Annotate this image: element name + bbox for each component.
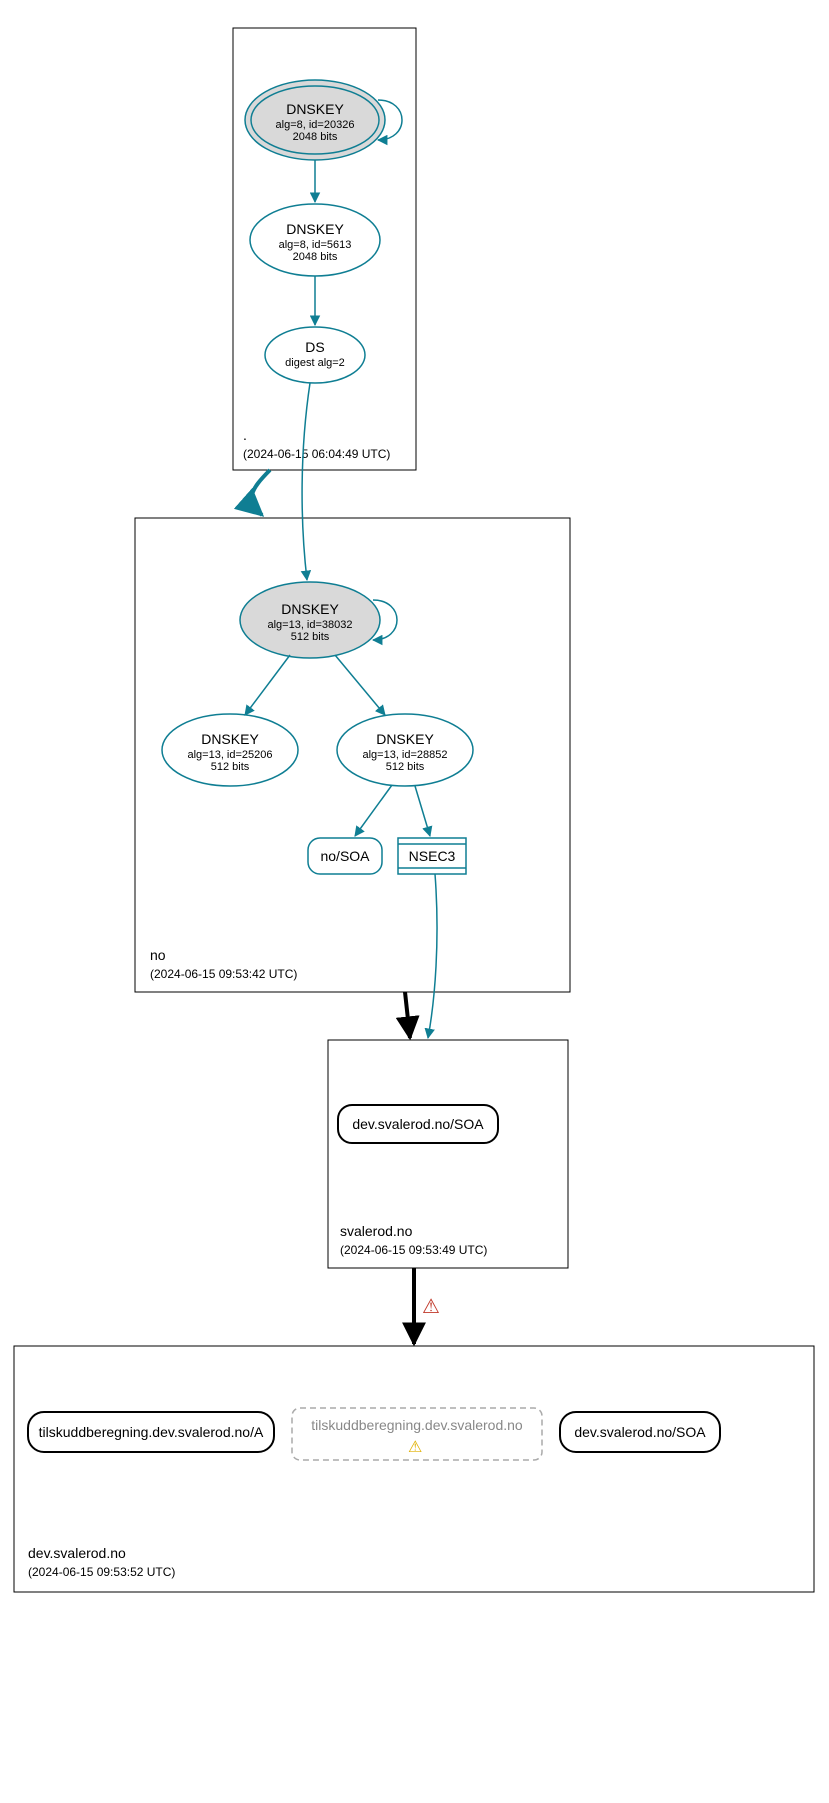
svg-text:tilskuddberegning.dev.svalerod: tilskuddberegning.dev.svalerod.no (311, 1417, 523, 1433)
svg-text:DS: DS (305, 339, 324, 355)
svg-text:tilskuddberegning.dev.svalerod: tilskuddberegning.dev.svalerod.no/A (39, 1424, 264, 1440)
node-root-ksk: DNSKEY alg=8, id=20326 2048 bits (245, 80, 385, 160)
svg-text:512 bits: 512 bits (291, 631, 330, 643)
edge-no-ksk-z1 (245, 655, 290, 715)
edge-no-to-sval-zone (405, 992, 410, 1038)
node-dev-soa: dev.svalerod.no/SOA (560, 1412, 720, 1452)
zone-sval-time: (2024-06-15 09:53:49 UTC) (340, 1243, 487, 1257)
svg-text:digest alg=2: digest alg=2 (285, 357, 345, 369)
zone-no-label: no (150, 947, 166, 963)
svg-text:dev.svalerod.no/SOA: dev.svalerod.no/SOA (574, 1424, 706, 1440)
node-no-soa: no/SOA (308, 838, 382, 874)
zone-sval-label: svalerod.no (340, 1223, 413, 1239)
dnssec-diagram: . (2024-06-15 06:04:49 UTC) DNSKEY alg=8… (0, 0, 829, 1803)
node-no-ksk: DNSKEY alg=13, id=38032 512 bits (240, 582, 380, 658)
node-root-ds: DS digest alg=2 (265, 327, 365, 383)
svg-text:no/SOA: no/SOA (320, 848, 370, 864)
edge-ds-to-no-ksk (302, 383, 310, 580)
svg-text:dev.svalerod.no/SOA: dev.svalerod.no/SOA (352, 1116, 484, 1132)
node-no-zsk2: DNSKEY alg=13, id=28852 512 bits (337, 714, 473, 786)
svg-text:NSEC3: NSEC3 (409, 848, 456, 864)
svg-text:2048 bits: 2048 bits (293, 131, 338, 143)
node-nsec3: NSEC3 (398, 838, 466, 874)
zone-root-label: . (243, 427, 247, 443)
svg-text:DNSKEY: DNSKEY (376, 731, 434, 747)
edge-no-z2-nsec3 (415, 786, 430, 836)
edge-root-to-no-zone (252, 470, 270, 515)
zone-no-time: (2024-06-15 09:53:42 UTC) (150, 967, 297, 981)
svg-text:512 bits: 512 bits (211, 761, 250, 773)
node-dev-warn: tilskuddberegning.dev.svalerod.no ⚠ (292, 1408, 542, 1460)
zone-dev-label: dev.svalerod.no (28, 1545, 126, 1561)
zone-dev (14, 1346, 814, 1592)
warning-red-icon: ⚠ (422, 1296, 440, 1318)
node-root-zsk: DNSKEY alg=8, id=5613 2048 bits (250, 204, 380, 276)
svg-text:alg=13, id=38032: alg=13, id=38032 (267, 619, 352, 631)
edge-no-z2-soa (355, 785, 392, 836)
zone-dev-time: (2024-06-15 09:53:52 UTC) (28, 1565, 175, 1579)
svg-text:DNSKEY: DNSKEY (286, 221, 344, 237)
warning-yellow-icon: ⚠ (408, 1439, 422, 1456)
edge-no-ksk-z2 (335, 655, 385, 715)
svg-text:alg=8, id=20326: alg=8, id=20326 (276, 119, 355, 131)
node-dev-a: tilskuddberegning.dev.svalerod.no/A (28, 1412, 274, 1452)
svg-text:alg=13, id=28852: alg=13, id=28852 (362, 749, 447, 761)
svg-text:DNSKEY: DNSKEY (281, 601, 339, 617)
node-sval-soa: dev.svalerod.no/SOA (338, 1105, 498, 1143)
svg-text:DNSKEY: DNSKEY (286, 101, 344, 117)
node-no-zsk1: DNSKEY alg=13, id=25206 512 bits (162, 714, 298, 786)
svg-text:DNSKEY: DNSKEY (201, 731, 259, 747)
svg-text:alg=8, id=5613: alg=8, id=5613 (279, 239, 352, 251)
zone-root-time: (2024-06-15 06:04:49 UTC) (243, 447, 390, 461)
svg-text:alg=13, id=25206: alg=13, id=25206 (187, 749, 272, 761)
svg-text:2048 bits: 2048 bits (293, 251, 338, 263)
edge-nsec3-to-sval (428, 874, 437, 1038)
svg-text:512 bits: 512 bits (386, 761, 425, 773)
